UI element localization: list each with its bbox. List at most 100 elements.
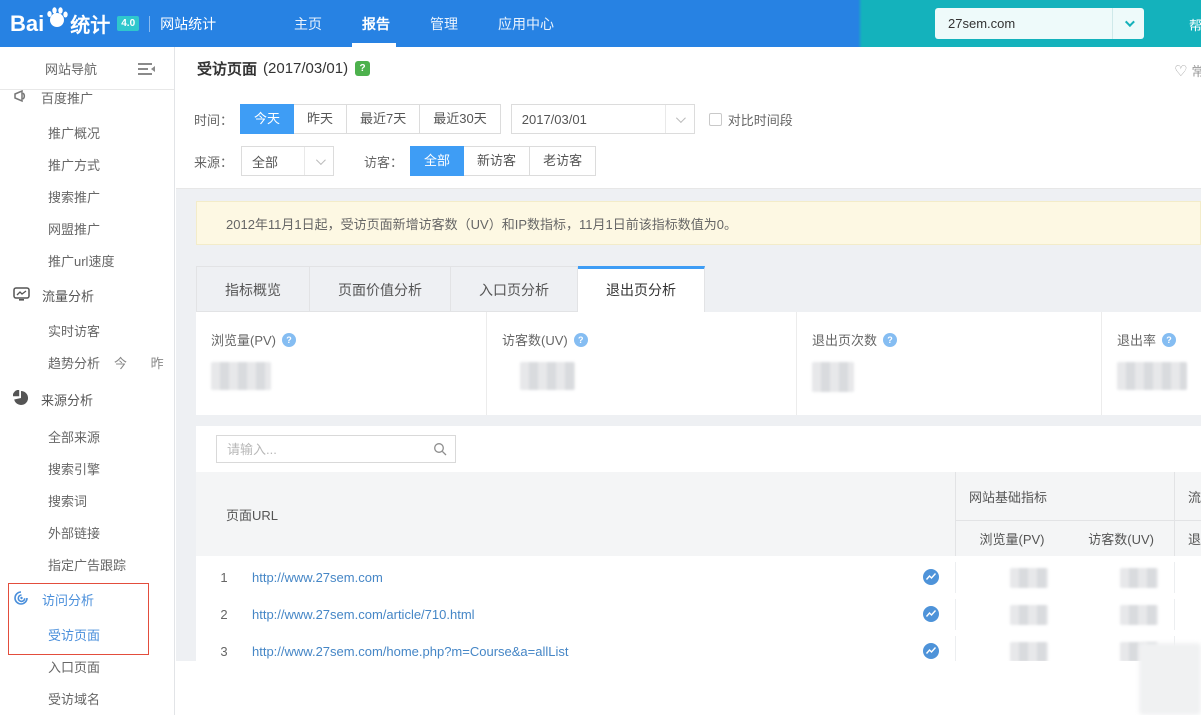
sidebar-item-baidu-promotion[interactable]: 百度推广 [0, 90, 174, 116]
date-picker[interactable]: 2017/03/01 [510, 104, 695, 134]
trend-chart-icon[interactable] [923, 643, 939, 661]
sidebar-section-label: 来源分析 [41, 392, 94, 408]
table-row: 3 http://www.27sem.com/home.php?m=Course… [196, 636, 1201, 661]
sidebar-item-entry-pages[interactable]: 入口页面 [0, 650, 174, 682]
sidebar-item-search-engines[interactable]: 搜索引擎 [0, 452, 174, 484]
sidebar-item-search-terms[interactable]: 搜索词 [0, 484, 174, 516]
source-dropdown-chevron-box[interactable] [304, 147, 333, 175]
time-option-last7days[interactable]: 最近7天 [346, 104, 421, 134]
site-selector-chevron-box[interactable] [1112, 8, 1144, 39]
sidebar-item-external-links[interactable]: 外部链接 [0, 516, 174, 548]
trend-chart-icon[interactable] [923, 606, 939, 625]
tab-page-value[interactable]: 页面价值分析 [310, 266, 451, 312]
search-icon[interactable] [425, 442, 455, 457]
page-url-link[interactable]: http://www.27sem.com/home.php?m=Course&a… [252, 644, 569, 659]
site-selector-value: 27sem.com [948, 16, 1016, 31]
censored-metric-value [812, 362, 854, 392]
tab-exit-page[interactable]: 退出页分析 [578, 266, 705, 312]
visitor-option-all[interactable]: 全部 [410, 146, 465, 176]
time-option-today[interactable]: 今天 [240, 104, 295, 134]
site-selector-dropdown[interactable]: 27sem.com [935, 8, 1144, 39]
metric-help-icon[interactable]: ? [1162, 332, 1177, 347]
censored-region [1139, 643, 1201, 715]
sidebar-item-realtime-visitors[interactable]: 实时访客 [0, 314, 174, 346]
censored-cell-value [1010, 641, 1048, 661]
sidebar-item-visited-domains[interactable]: 受访域名 [0, 682, 174, 714]
sidebar-section-visit-analysis[interactable]: 访问分析 [0, 580, 174, 618]
nav-item-app-center[interactable]: 应用中心 [498, 14, 554, 34]
sidebar-item-label: 百度推广 [41, 90, 94, 106]
nav-item-manage[interactable]: 管理 [430, 14, 458, 34]
visitor-option-new[interactable]: 新访客 [463, 146, 531, 176]
nav-item-home[interactable]: 主页 [294, 14, 322, 34]
help-link-clipped[interactable]: 帮 [1189, 15, 1201, 34]
primary-nav: 主页 报告 管理 应用中心 [294, 0, 594, 47]
megaphone-icon [13, 90, 29, 107]
sidebar-item-promotion-url-speed[interactable]: 推广url速度 [0, 244, 174, 276]
sidebar-item-label: 外部链接 [48, 525, 101, 541]
report-body: 2012年11月1日起，受访页面新增访客数（UV）和IP数指标，11月1日前该指… [176, 188, 1201, 661]
censored-cell-value [1010, 604, 1048, 625]
sidebar-item-label: 全部来源 [48, 429, 101, 445]
nav-item-report[interactable]: 报告 [362, 14, 390, 34]
date-picker-value: 2017/03/01 [521, 111, 587, 127]
column-header-page-url: 页面URL [226, 507, 279, 523]
column-header-pv: 浏览量(PV) [979, 532, 1045, 547]
sidebar-item-trend-analysis[interactable]: 趋势分析 今 昨 [0, 346, 174, 378]
pie-chart-icon [12, 389, 29, 409]
visitor-option-returning[interactable]: 老访客 [529, 146, 597, 176]
source-dropdown[interactable]: 全部 [241, 146, 335, 176]
page-url-link[interactable]: http://www.27sem.com/article/710.html [252, 607, 475, 622]
chevron-down-icon [1124, 17, 1135, 28]
compare-period-checkbox[interactable] [708, 112, 722, 126]
main-content: 受访页面 (2017/03/01) ? ♡ 常 时间： 今天 昨天 最近7天 最… [176, 47, 1201, 715]
sidebar-section-traffic-analysis[interactable]: 流量分析 [0, 276, 174, 314]
sidebar-item-search-promotion[interactable]: 搜索推广 [0, 180, 174, 212]
page-help-icon[interactable]: ? [355, 61, 371, 76]
sidebar-item-label: 受访页面 [48, 627, 101, 643]
sidebar-item-label: 实时访客 [48, 323, 101, 339]
compare-period-control[interactable]: 对比时间段 [708, 110, 793, 129]
column-group-clipped: 流量 退出 [1174, 472, 1201, 556]
sidebar-item-ad-tracking[interactable]: 指定广告跟踪 [0, 548, 174, 580]
sidebar-header-label: 网站导航 [45, 61, 98, 77]
table-toolbar [196, 426, 1201, 472]
baidu-tongji-logo[interactable]: Bai 统计 4.0 网站统计 [10, 0, 216, 47]
visitor-filter-label: 访客： [364, 154, 404, 170]
search-input[interactable] [217, 441, 425, 457]
metric-help-icon[interactable]: ? [883, 332, 898, 347]
metric-summary-panel: 浏览量(PV)? 访客数(UV)? 退出页次数? 退出率? [196, 312, 1201, 415]
time-range-group: 今天 昨天 最近7天 最近30天 [240, 104, 501, 134]
sidebar-item-label: 搜索引擎 [48, 461, 101, 477]
sidebar-item-visited-pages[interactable]: 受访页面 [0, 618, 174, 650]
logo-text-bai: Bai [10, 10, 45, 36]
sidebar-section-source-analysis[interactable]: 来源分析 [0, 378, 174, 420]
page-title-date: (2017/03/01) [263, 60, 349, 77]
row-rank: 1 [220, 570, 228, 585]
time-option-yesterday[interactable]: 昨天 [293, 104, 348, 134]
favorite-report-clipped[interactable]: ♡ 常 [1174, 61, 1201, 80]
metric-help-icon[interactable]: ? [282, 332, 297, 347]
collapse-menu-icon[interactable] [138, 62, 156, 81]
censored-cell-value [1120, 604, 1158, 625]
group-header-label-clipped: 流量 [1175, 472, 1201, 521]
censored-cell-value [1120, 567, 1158, 588]
sidebar-item-promotion-overview[interactable]: 推广概况 [0, 116, 174, 148]
tab-entry-page[interactable]: 入口页分析 [451, 266, 578, 312]
page-url-link[interactable]: http://www.27sem.com [252, 570, 383, 585]
date-picker-chevron-box[interactable] [664, 105, 694, 133]
sidebar-item-promotion-method[interactable]: 推广方式 [0, 148, 174, 180]
time-option-last30days[interactable]: 最近30天 [419, 104, 501, 134]
tab-metric-overview[interactable]: 指标概览 [196, 266, 310, 312]
trend-quick-links[interactable]: 今 昨 [114, 353, 174, 372]
sidebar-item-label: 入口页面 [48, 659, 101, 675]
product-name: 网站统计 [160, 15, 217, 32]
time-filter-label: 时间： [194, 112, 234, 128]
sidebar-item-network-promotion[interactable]: 网盟推广 [0, 212, 174, 244]
column-header-uv: 访客数(UV) [1088, 532, 1154, 547]
sidebar-item-label: 搜索词 [48, 493, 88, 509]
sidebar-item-all-sources[interactable]: 全部来源 [0, 420, 174, 452]
top-navbar: Bai 统计 4.0 网站统计 主页 报告 管理 应用中心 27sem.com … [0, 0, 1201, 47]
trend-chart-icon[interactable] [923, 569, 939, 588]
metric-help-icon[interactable]: ? [573, 332, 588, 347]
